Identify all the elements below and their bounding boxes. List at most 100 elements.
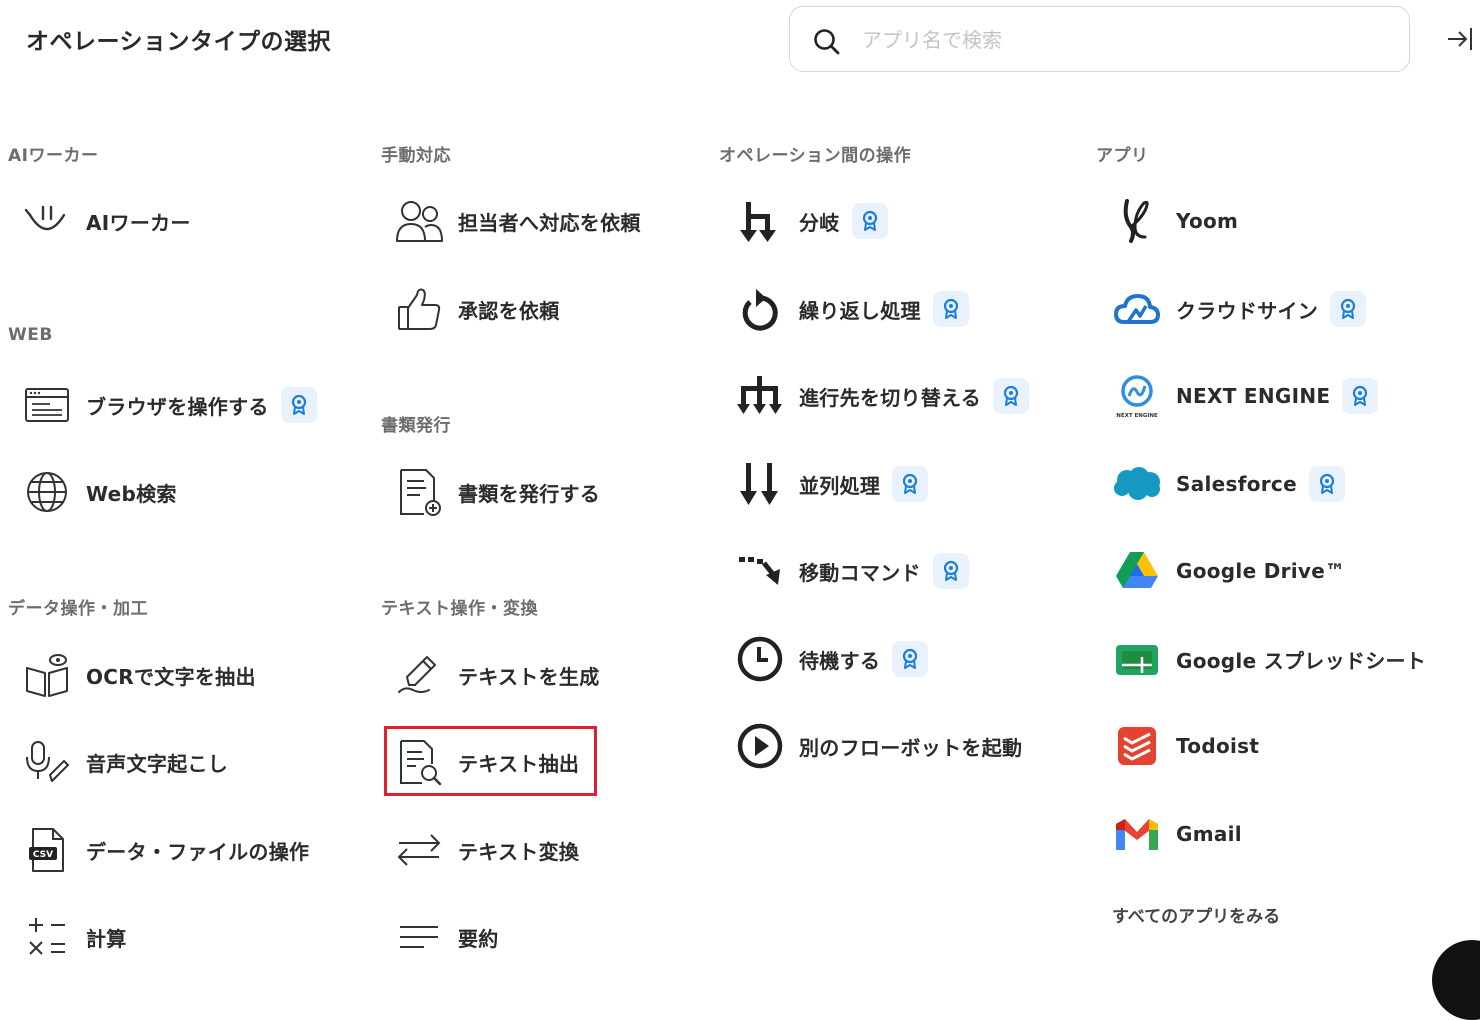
op-label: テキスト変換	[458, 839, 580, 864]
op-loop[interactable]: 繰り返し処理	[733, 281, 969, 337]
app-label: Google スプレッドシート	[1176, 648, 1427, 673]
play-circle-icon	[733, 719, 787, 773]
app-label: NEXT ENGINE	[1176, 384, 1331, 408]
op-issue-doc[interactable]: 書類を発行する	[392, 464, 600, 520]
google-sheets-logo-icon	[1110, 632, 1164, 686]
app-yoom[interactable]: Yoom	[1110, 193, 1238, 249]
app-nextengine[interactable]: NEXT ENGINE NEXT ENGINE	[1110, 368, 1379, 424]
op-label: データ・ファイルの操作	[86, 839, 310, 864]
section-data-ops: データ操作・加工	[8, 599, 148, 619]
page-title: オペレーションタイプの選択	[26, 29, 332, 55]
app-label: Google Drive™	[1176, 559, 1346, 583]
book-eye-icon	[20, 648, 74, 702]
section-between-ops: オペレーション間の操作	[719, 146, 912, 166]
pen-write-icon	[392, 648, 446, 702]
swap-arrows-icon	[392, 823, 446, 877]
switch-paths-icon	[733, 369, 787, 423]
premium-badge-icon	[932, 553, 969, 589]
search-box[interactable]	[789, 6, 1410, 72]
csv-file-icon: CSV	[20, 823, 74, 877]
op-parallel[interactable]: 並列処理	[733, 456, 929, 512]
op-data-file[interactable]: CSV データ・ファイルの操作	[20, 822, 309, 878]
op-assign[interactable]: 担当者へ対応を依頼	[392, 193, 641, 249]
op-label: 繰り返し処理	[799, 298, 921, 323]
premium-badge-icon	[280, 387, 317, 423]
app-cloudsign[interactable]: クラウドサイン	[1110, 281, 1367, 337]
op-label: Web検索	[86, 481, 177, 506]
op-ocr[interactable]: OCRで文字を抽出	[20, 647, 256, 703]
op-web-search[interactable]: Web検索	[20, 464, 177, 520]
browser-window-icon	[20, 378, 74, 432]
op-label: 承認を依頼	[458, 298, 560, 323]
premium-badge-icon	[1308, 466, 1345, 502]
op-transcribe[interactable]: 音声文字起こし	[20, 734, 228, 790]
premium-badge-icon	[1342, 378, 1379, 414]
op-label: 担当者へ対応を依頼	[458, 210, 641, 235]
todoist-logo-icon	[1110, 719, 1164, 773]
op-label: 音声文字起こし	[86, 751, 229, 776]
op-move[interactable]: 移動コマンド	[733, 543, 969, 599]
op-ai-worker[interactable]: AIワーカー	[20, 193, 191, 249]
op-label: 計算	[86, 926, 127, 951]
app-label: Todoist	[1176, 734, 1260, 758]
section-web: WEB	[8, 325, 53, 345]
gmail-logo-icon	[1110, 807, 1164, 861]
op-browser[interactable]: ブラウザを操作する	[20, 377, 317, 433]
premium-badge-icon	[1330, 291, 1367, 327]
op-generate-text[interactable]: テキストを生成	[392, 647, 600, 703]
selection-highlight	[384, 726, 597, 796]
app-label: クラウドサイン	[1176, 298, 1319, 323]
search-input[interactable]	[860, 21, 1384, 59]
csv-label: CSV	[33, 850, 53, 860]
see-all-apps-link[interactable]: すべてのアプリをみる	[1112, 902, 1280, 927]
app-salesforce[interactable]: Salesforce	[1110, 456, 1345, 512]
chat-widget-button[interactable]	[1432, 940, 1480, 1020]
op-summary[interactable]: 要約	[392, 909, 499, 965]
ai-worker-icon	[20, 194, 74, 248]
op-label: 要約	[458, 926, 499, 951]
op-wait[interactable]: 待機する	[733, 631, 929, 687]
app-label: Salesforce	[1176, 472, 1297, 496]
app-gmail[interactable]: Gmail	[1110, 806, 1242, 862]
op-label: AIワーカー	[86, 210, 191, 235]
premium-badge-icon	[932, 291, 969, 327]
thumbs-up-icon	[392, 282, 446, 336]
cloudsign-logo-icon	[1110, 282, 1164, 336]
people-icon	[392, 194, 446, 248]
op-label: テキストを生成	[458, 664, 600, 689]
clock-icon	[733, 632, 787, 686]
app-todoist[interactable]: Todoist	[1110, 718, 1259, 774]
google-drive-logo-icon	[1110, 544, 1164, 598]
premium-badge-icon	[892, 641, 929, 677]
collapse-panel-icon[interactable]	[1446, 26, 1474, 56]
microphone-pen-icon	[20, 735, 74, 789]
premium-badge-icon	[892, 466, 929, 502]
op-start-bot[interactable]: 別のフローボットを起動	[733, 718, 1022, 774]
section-ai-worker: AIワーカー	[8, 146, 99, 166]
op-approval[interactable]: 承認を依頼	[392, 281, 560, 337]
section-documents: 書類発行	[381, 416, 451, 436]
move-jump-icon	[733, 544, 787, 598]
calculator-symbols-icon	[20, 910, 74, 964]
section-text-ops: テキスト操作・変換	[381, 599, 538, 619]
op-branch[interactable]: 分岐	[733, 193, 888, 249]
op-label: 書類を発行する	[458, 481, 601, 506]
yoom-logo-icon	[1110, 194, 1164, 248]
op-label: 分岐	[799, 210, 840, 235]
loop-arrow-icon	[733, 282, 787, 336]
op-label: 進行先を切り替える	[799, 385, 982, 410]
op-convert-text[interactable]: テキスト変換	[392, 822, 579, 878]
op-label: ブラウザを操作する	[86, 394, 269, 419]
summary-lines-icon	[392, 910, 446, 964]
op-switch[interactable]: 進行先を切り替える	[733, 368, 1030, 424]
op-label: 待機する	[799, 648, 881, 673]
section-apps: アプリ	[1096, 146, 1149, 166]
globe-icon	[20, 465, 74, 519]
op-label: OCRで文字を抽出	[86, 664, 256, 689]
op-calc[interactable]: 計算	[20, 909, 127, 965]
app-google-drive[interactable]: Google Drive™	[1110, 543, 1345, 599]
premium-badge-icon	[851, 203, 888, 239]
app-google-sheets[interactable]: Google スプレッドシート	[1110, 631, 1426, 687]
document-add-icon	[392, 465, 446, 519]
salesforce-cloud-icon	[1110, 457, 1164, 511]
